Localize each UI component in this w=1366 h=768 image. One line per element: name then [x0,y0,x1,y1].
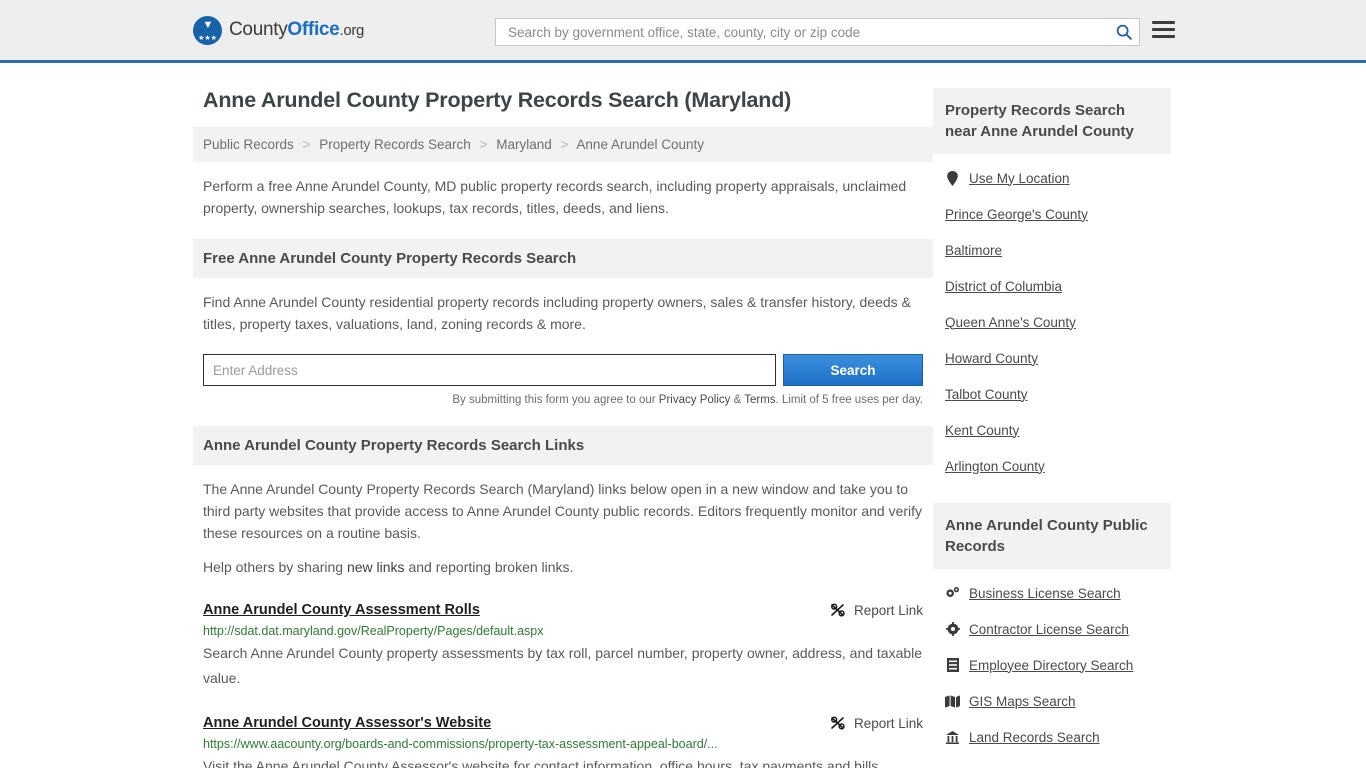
logo-text-office: Office [287,19,340,40]
report-link-label: Report Link [853,602,923,618]
breadcrumb-separator: > [479,137,488,152]
page-title: Anne Arundel County Property Records Sea… [203,88,792,112]
sidebar-item-label[interactable]: Prince George's County [945,207,1088,222]
sidebar: Property Records Search near Anne Arunde… [933,63,1171,768]
result-header: Anne Arundel County Assessment Rolls Rep… [203,602,923,618]
sidebar-item-label[interactable]: Employee Directory Search [969,658,1133,673]
sidebar-item-label[interactable]: Howard County [945,351,1038,366]
breadcrumb-item-1[interactable]: Property Records Search [319,137,471,152]
help-after: and reporting broken links. [404,559,574,575]
help-before: Help others by sharing [203,559,347,575]
nearby-panel: Property Records Search near Anne Arunde… [933,88,1171,478]
sidebar-item-prince-georges-county[interactable]: Prince George's County [945,190,1159,226]
sidebar-item-label[interactable]: Talbot County [945,387,1028,402]
hamburger-menu-icon[interactable] [1152,21,1175,38]
report-link-button[interactable]: Report Link [830,715,923,731]
result-item: Anne Arundel County Assessor's Website R… [203,715,923,768]
sidebar-item-label[interactable]: GIS Maps Search [969,694,1076,709]
sidebar-item-label[interactable]: Business License Search [969,586,1121,601]
public-records-list: Business License Search Contractor Licen… [933,569,1171,749]
sidebar-item-label[interactable]: District of Columbia [945,279,1062,294]
form-fineprint: By submitting this form you agree to our… [193,394,923,406]
result-description: Search Anne Arundel County property asse… [203,645,923,686]
landmark-icon [945,730,960,745]
search-button[interactable]: Search [783,354,923,386]
breadcrumb-separator: > [560,137,569,152]
main-column: Anne Arundel County Property Records Sea… [193,63,933,768]
sidebar-item-district-of-columbia[interactable]: District of Columbia [945,262,1159,298]
broken-link-icon [831,716,845,730]
fineprint-before: By submitting this form you agree to our [452,394,659,406]
breadcrumb-separator: > [302,137,311,152]
sidebar-item-business-license-search[interactable]: Business License Search [945,569,1159,605]
address-search-form: Search [203,354,923,386]
report-link-label: Report Link [853,715,923,731]
result-header: Anne Arundel County Assessor's Website R… [203,715,923,731]
public-records-panel-heading: Anne Arundel County Public Records [933,503,1171,569]
sidebar-item-talbot-county[interactable]: Talbot County [945,370,1159,406]
breadcrumb-item-0[interactable]: Public Records [203,137,294,152]
result-title-link[interactable]: Anne Arundel County Assessor's Website [203,715,491,731]
sidebar-item-gis-maps-search[interactable]: GIS Maps Search [945,677,1159,713]
map-pin-icon [945,170,960,186]
links-section-heading: Anne Arundel County Property Records Sea… [193,426,933,465]
cog-icon [945,622,960,637]
sidebar-item-label[interactable]: Arlington County [945,459,1045,474]
sidebar-item-queen-annes-county[interactable]: Queen Anne's County [945,298,1159,334]
result-url: http://sdat.dat.maryland.gov/RealPropert… [203,624,544,638]
sidebar-item-use-my-location[interactable]: Use My Location [945,154,1159,190]
page-body: Anne Arundel County Property Records Sea… [0,63,1366,768]
free-search-heading: Free Anne Arundel County Property Record… [193,239,933,278]
result-title-link[interactable]: Anne Arundel County Assessment Rolls [203,602,480,618]
sidebar-item-employee-directory-search[interactable]: Employee Directory Search [945,641,1159,677]
sidebar-item-label[interactable]: Queen Anne's County [945,315,1076,330]
result-description: Visit the Anne Arundel County Assessor's… [203,758,883,768]
eagle-seal-icon: ▼ ★★★ [193,15,222,45]
sidebar-item-kent-county[interactable]: Kent County [945,406,1159,442]
fineprint-amp: & [730,394,745,406]
logo-text-org: .org [339,22,365,39]
sidebar-item-label[interactable]: Contractor License Search [969,622,1129,637]
privacy-policy-link[interactable]: Privacy Policy [659,394,731,406]
site-logo[interactable]: ▼ ★★★ CountyOffice.org [193,15,364,45]
sidebar-item-howard-county[interactable]: Howard County [945,334,1159,370]
public-records-panel: Anne Arundel County Public Records Busin… [933,503,1171,749]
intro-paragraph: Perform a free Anne Arundel County, MD p… [203,178,907,216]
breadcrumb-item-2[interactable]: Maryland [496,137,552,152]
sidebar-item-land-records-search[interactable]: Land Records Search [945,713,1159,749]
breadcrumb: Public Records > Property Records Search… [193,127,933,162]
sidebar-item-arlington-county[interactable]: Arlington County [945,442,1159,478]
help-others-paragraph: Help others by sharing new links and rep… [193,544,933,578]
report-link-button[interactable]: Report Link [830,602,923,618]
map-icon [945,694,960,709]
nearby-list: Use My Location Prince George's County B… [933,154,1171,478]
sidebar-item-contractor-license-search[interactable]: Contractor License Search [945,605,1159,641]
result-item: Anne Arundel County Assessment Rolls Rep… [203,602,923,691]
logo-text-county: County [229,19,288,40]
nearby-panel-heading: Property Records Search near Anne Arunde… [933,88,1171,154]
header-search-box[interactable] [495,18,1140,46]
address-input[interactable] [203,354,776,386]
sidebar-item-label[interactable]: Use My Location [969,171,1070,186]
site-header: ▼ ★★★ CountyOffice.org [0,0,1366,63]
search-icon[interactable] [1115,23,1133,41]
sidebar-item-label[interactable]: Land Records Search [969,730,1100,745]
new-links-link[interactable]: new links [347,559,405,575]
search-input[interactable] [506,23,1115,41]
id-card-icon [945,658,960,673]
logo-text: CountyOffice.org [229,19,364,41]
free-search-description: Find Anne Arundel County residential pro… [203,294,911,332]
links-section-paragraph: The Anne Arundel County Property Records… [203,481,923,541]
sidebar-item-baltimore[interactable]: Baltimore [945,226,1159,262]
result-url: https://www.aacounty.org/boards-and-comm… [203,737,718,751]
broken-link-icon [831,603,845,617]
sidebar-item-label[interactable]: Kent County [945,423,1019,438]
terms-link[interactable]: Terms [744,394,775,406]
breadcrumb-item-3[interactable]: Anne Arundel County [576,137,704,152]
sidebar-item-label[interactable]: Baltimore [945,243,1002,258]
fineprint-after: . Limit of 5 free uses per day. [775,394,923,406]
cogs-icon [945,586,960,601]
